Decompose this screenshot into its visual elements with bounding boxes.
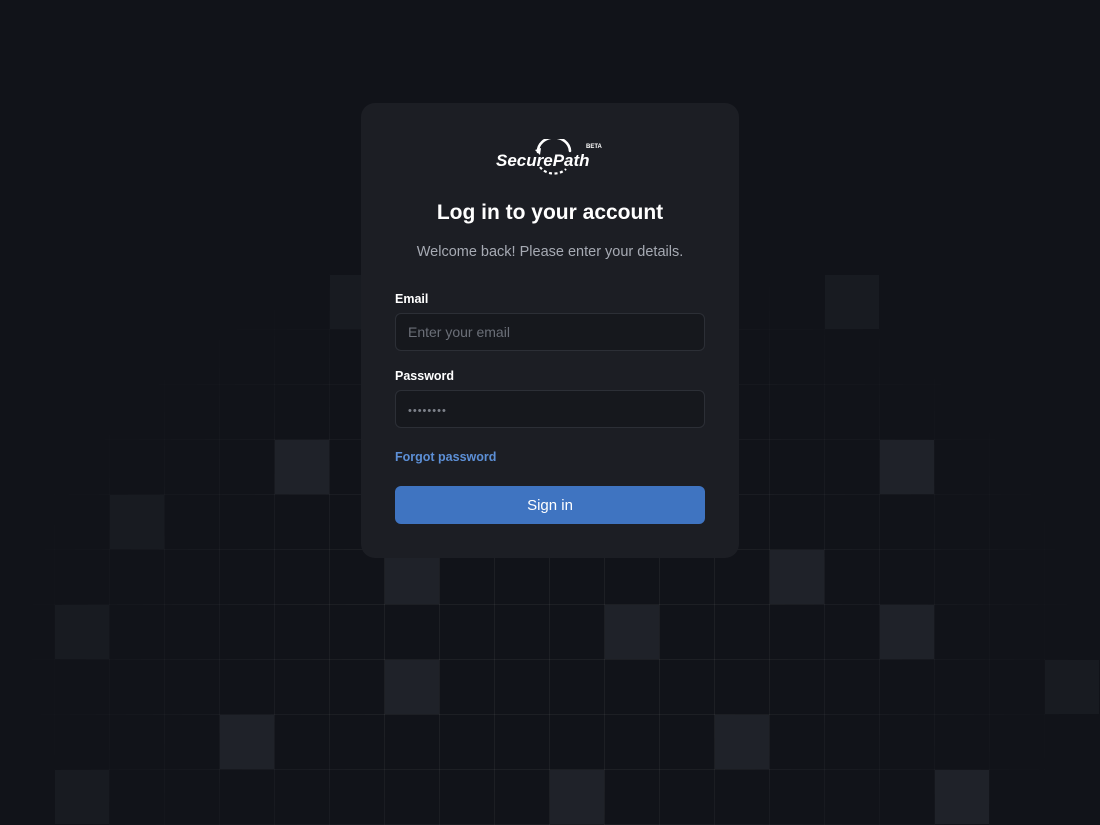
background-tile: [550, 770, 604, 824]
page-subtitle: Welcome back! Please enter your details.: [416, 244, 684, 260]
background-tile: [825, 275, 879, 329]
email-label: Email: [395, 292, 429, 306]
page-title: Log in to your account: [436, 201, 664, 224]
background-tile: [715, 715, 769, 769]
email-field[interactable]: [395, 313, 705, 351]
background-tile: [385, 660, 439, 714]
background-tile: [1045, 660, 1099, 714]
background-tile: [605, 605, 659, 659]
background-tile: [55, 770, 109, 824]
beta-badge: BETA: [586, 144, 603, 150]
password-field[interactable]: [395, 390, 705, 428]
background-tile: [275, 440, 329, 494]
brand-name: SecurePath: [496, 151, 590, 170]
background-tile: [385, 550, 439, 604]
password-label: Password: [395, 369, 455, 383]
background-tile: [110, 495, 164, 549]
sign-in-button[interactable]: Sign in: [395, 486, 705, 524]
background-tile: [935, 770, 989, 824]
login-card: SecurePath BETA Log in to your account W…: [361, 103, 739, 558]
background-tile: [770, 550, 824, 604]
background-tile: [880, 440, 934, 494]
forgot-password-link[interactable]: Forgot password: [395, 450, 496, 464]
circular-arrow-path-icon: SecurePath BETA: [496, 136, 603, 175]
background-tile: [55, 605, 109, 659]
brand-logo: SecurePath BETA: [494, 136, 608, 179]
background-tile: [220, 715, 274, 769]
background-tile: [880, 605, 934, 659]
